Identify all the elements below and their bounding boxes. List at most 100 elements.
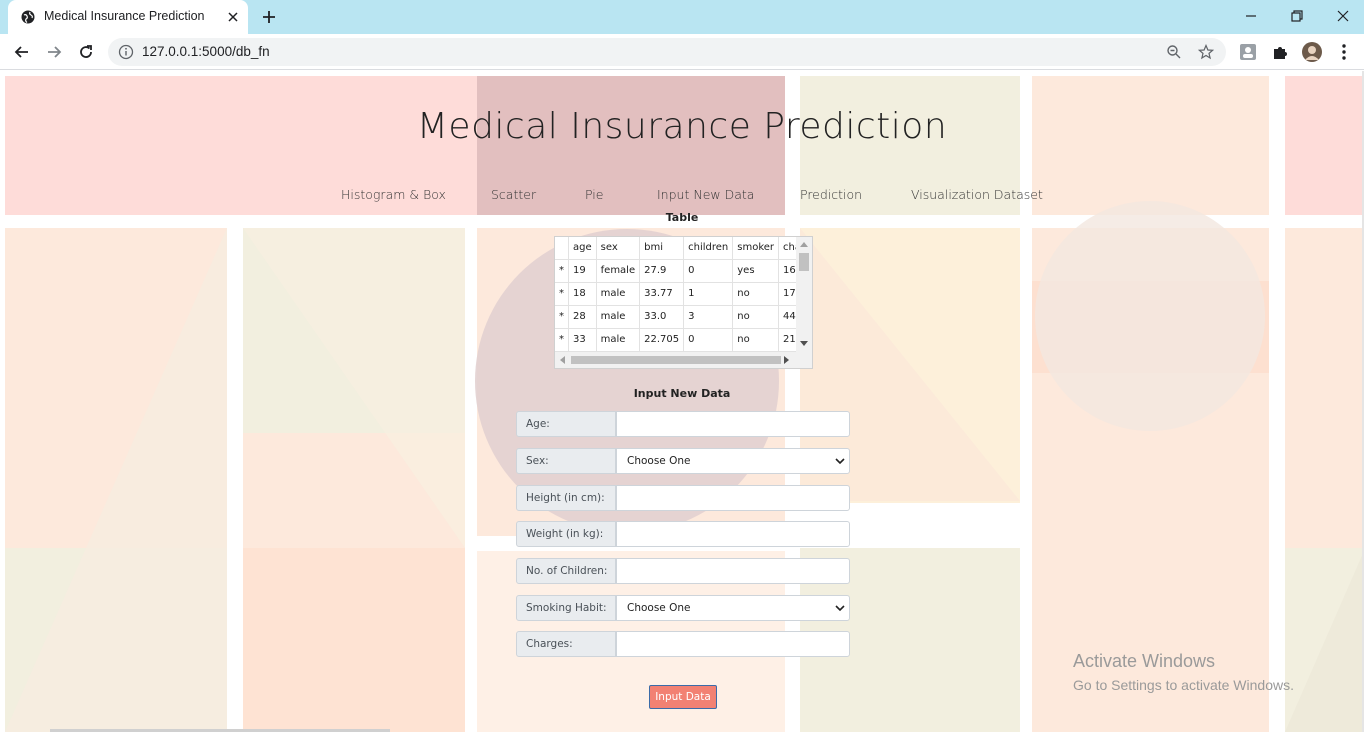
table-cell: 0: [683, 328, 734, 352]
table-header-cell: bmi: [639, 237, 685, 260]
table-header-cell: smoker: [732, 237, 780, 260]
table-horizontal-scrollbar[interactable]: [555, 352, 812, 368]
table-header-cell: children: [683, 237, 734, 260]
table-cell: no: [732, 328, 780, 352]
table-cell: *: [555, 259, 569, 283]
table-vertical-scrollbar[interactable]: [796, 237, 812, 354]
weight-row: Weight (in kg):: [516, 521, 850, 547]
forward-arrow-icon[interactable]: [44, 42, 64, 62]
nav-link-scatter[interactable]: Scatter: [491, 187, 536, 202]
table-cell: *: [555, 282, 569, 306]
browser-tab[interactable]: Medical Insurance Prediction: [8, 0, 248, 34]
table-cell: 1: [683, 282, 734, 306]
height-input[interactable]: [616, 485, 850, 511]
window-close-icon[interactable]: [1333, 6, 1353, 26]
close-icon[interactable]: [225, 9, 241, 25]
table-vertical-scroll-thumb[interactable]: [799, 253, 809, 271]
star-icon[interactable]: [1198, 44, 1214, 60]
table-horizontal-scroll-thumb[interactable]: [571, 356, 781, 364]
children-label: No. of Children:: [516, 558, 616, 584]
smoking-row: Smoking Habit: Choose One: [516, 595, 850, 621]
age-label: Age:: [516, 411, 616, 437]
sex-select[interactable]: Choose One: [616, 448, 850, 474]
url-text[interactable]: 127.0.0.1:5000/db_fn: [142, 44, 270, 59]
chevron-down-icon: [835, 605, 845, 612]
nav-link-prediction[interactable]: Prediction: [800, 187, 862, 202]
table-row: * 33 male 22.705 0 no 21984: [555, 328, 812, 352]
table-row: * 19 female 27.9 0 yes 16885: [555, 259, 812, 283]
table-cell: 19: [568, 259, 597, 283]
profile-extension-icon[interactable]: [1238, 42, 1258, 62]
scroll-right-arrow-icon[interactable]: [784, 356, 789, 364]
charges-label: Charges:: [516, 631, 616, 657]
age-input[interactable]: [616, 411, 850, 437]
table-row: * 28 male 33.0 3 no 4449: [555, 305, 812, 329]
chevron-down-icon: [835, 458, 845, 465]
scroll-up-arrow-icon[interactable]: [800, 242, 808, 247]
smoking-label: Smoking Habit:: [516, 595, 616, 621]
sex-label: Sex:: [516, 448, 616, 474]
page-viewport: Medical Insurance Prediction Histogram &…: [0, 71, 1364, 732]
children-row: No. of Children:: [516, 558, 850, 584]
minimize-icon[interactable]: [1241, 6, 1261, 26]
table-row: * 18 male 33.77 1 no 1726: [555, 282, 812, 306]
nav-link-pie[interactable]: Pie: [585, 187, 603, 202]
browser-toolbar: 127.0.0.1:5000/db_fn: [0, 34, 1364, 70]
page-title: Medical Insurance Prediction: [416, 106, 948, 147]
height-row: Height (in cm):: [516, 485, 850, 511]
height-label: Height (in cm):: [516, 485, 616, 511]
table-cell: 28: [568, 305, 597, 329]
address-bar[interactable]: 127.0.0.1:5000/db_fn: [108, 38, 1226, 66]
table-cell: 18: [568, 282, 597, 306]
input-data-button[interactable]: Input Data: [649, 685, 717, 709]
puzzle-icon[interactable]: [1270, 42, 1290, 62]
table-heading: Table: [665, 211, 699, 224]
avatar[interactable]: [1302, 42, 1322, 62]
activate-windows-subtitle: Go to Settings to activate Windows.: [1073, 677, 1294, 693]
table-cell: no: [732, 305, 780, 329]
tab-title: Medical Insurance Prediction: [44, 9, 205, 23]
table-header-cell: [555, 237, 569, 260]
scroll-down-arrow-icon[interactable]: [800, 341, 808, 346]
table-cell: yes: [732, 259, 780, 283]
smoking-select[interactable]: Choose One: [616, 595, 850, 621]
tab-strip: Medical Insurance Prediction: [0, 0, 1364, 34]
plus-icon[interactable]: [260, 8, 278, 26]
info-icon[interactable]: [118, 44, 134, 60]
globe-icon: [21, 10, 35, 24]
nav-link-visualization-dataset[interactable]: Visualization Dataset: [911, 187, 1043, 202]
sex-select-value: Choose One: [627, 455, 691, 467]
table-cell: 0: [683, 259, 734, 283]
table-cell: male: [596, 282, 641, 306]
kebab-menu-icon[interactable]: [1334, 42, 1354, 62]
table-cell: 22.705: [639, 328, 685, 352]
nav-link-input-new-data[interactable]: Input New Data: [657, 187, 754, 202]
table-cell: 33.0: [639, 305, 685, 329]
table-header-cell: sex: [596, 237, 641, 260]
table-cell: male: [596, 305, 641, 329]
data-table[interactable]: age sex bmi children smoker charg * 19 f…: [554, 236, 813, 369]
children-input[interactable]: [616, 558, 850, 584]
nav-link-histogram-box[interactable]: Histogram & Box: [341, 187, 446, 202]
weight-input[interactable]: [616, 521, 850, 547]
zoom-out-icon[interactable]: [1166, 44, 1182, 60]
table-cell: *: [555, 328, 569, 352]
table-cell: no: [732, 282, 780, 306]
weight-label: Weight (in kg):: [516, 521, 616, 547]
sex-row: Sex: Choose One: [516, 448, 850, 474]
activate-windows-title: Activate Windows: [1073, 651, 1216, 671]
restore-icon[interactable]: [1287, 6, 1307, 26]
charges-input[interactable]: [616, 631, 850, 657]
form-heading: Input New Data: [633, 387, 731, 400]
table-header-row: age sex bmi children smoker charg: [555, 237, 812, 260]
smoking-select-value: Choose One: [627, 602, 691, 614]
table-cell: 3: [683, 305, 734, 329]
table-cell: 27.9: [639, 259, 685, 283]
charges-row: Charges:: [516, 631, 850, 657]
table-cell: 33: [568, 328, 597, 352]
reload-icon[interactable]: [76, 42, 96, 62]
scroll-left-arrow-icon[interactable]: [560, 356, 565, 364]
back-arrow-icon[interactable]: [12, 42, 32, 62]
table-cell: *: [555, 305, 569, 329]
table-cell: female: [596, 259, 641, 283]
